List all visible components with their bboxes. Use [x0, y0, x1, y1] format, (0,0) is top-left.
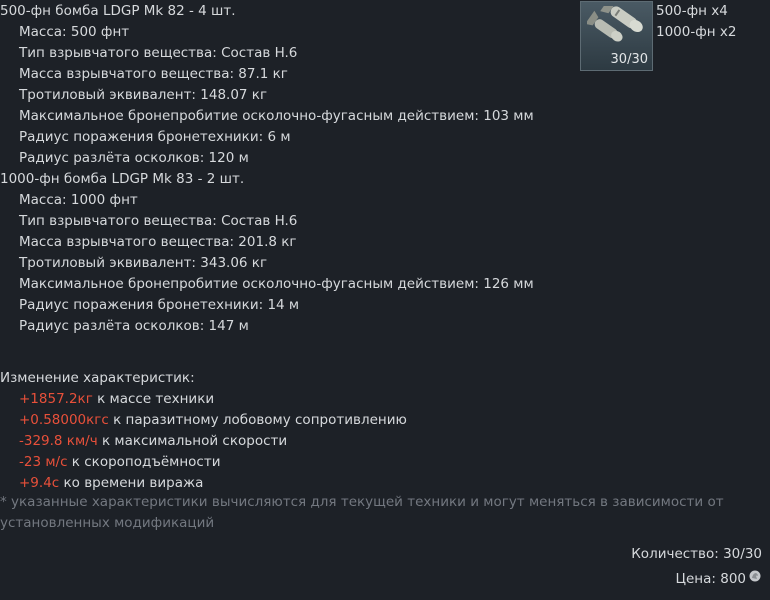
stat-changes-header: Изменение характеристик: [0, 370, 195, 386]
loadout-summary: 500-фн x4 1000-фн x2 [656, 1, 736, 43]
bomb-spec-explosive-type: Тип взрывчатого вещества: Состав H.6 [19, 213, 298, 229]
bomb-spec-armor-radius: Радиус поражения бронетехники: 6 м [19, 129, 291, 145]
price-text: Цена: 800 [675, 571, 747, 587]
bomb-spec-mass: Масса: 500 фнт [19, 24, 130, 40]
bomb-spec-tnt-equivalent: Тротиловый эквивалент: 343.06 кг [19, 255, 268, 271]
quantity-label: Количество: 30/30 [631, 546, 762, 562]
stat-change-label: к максимальной скорости [97, 433, 288, 449]
stat-change-label: к массе техники [92, 391, 215, 407]
stat-change-value: +9.4с [19, 475, 60, 491]
stat-change-label: ко времени виража [59, 475, 204, 491]
weapon-preset-thumbnail: 30/30 [580, 1, 653, 71]
stats-footnote: * указанные характеристики вычисляются д… [0, 494, 724, 531]
bomb-spec-penetration: Максимальное бронепробитие осколочно-фуг… [19, 276, 534, 292]
stat-change-value: -329.8 км/ч [19, 433, 98, 449]
price-label: Цена: 800 [676, 569, 763, 590]
bomb-title: 1000-фн бомба LDGP Mk 83 - 2 шт. [0, 171, 245, 187]
stat-change-drag: +0.58000кгс к паразитному лобовому сопро… [0, 410, 580, 431]
loadout-item: 500-фн x4 [656, 3, 728, 19]
stat-change-value: -23 м/с [19, 454, 68, 470]
loadout-item: 1000-фн x2 [656, 24, 737, 40]
bomb-spec-fragment-radius: Радиус разлёта осколков: 147 м [19, 318, 249, 334]
stat-change-label: к скороподъёмности [67, 454, 221, 470]
bomb-spec-explosive-mass: Масса взрывчатого вещества: 87.1 кг [19, 66, 288, 82]
bomb-spec-penetration: Максимальное бронепробитие осколочно-фуг… [19, 108, 534, 124]
stat-change-mass: +1857.2кг к массе техники [0, 389, 580, 410]
stat-change-label: к паразитному лобовому сопротивлению [108, 412, 407, 428]
bomb-spec-tnt-equivalent: Тротиловый эквивалент: 148.07 кг [19, 87, 268, 103]
bomb-specs-list: 500-фн бомба LDGP Mk 82 - 4 шт. Масса: 5… [0, 1, 580, 494]
stat-change-value: +0.58000кгс [19, 412, 109, 428]
silver-lions-icon [748, 569, 762, 590]
bomb-spec-mass: Масса: 1000 фнт [19, 192, 138, 208]
thumbnail-count: 30/30 [610, 52, 648, 67]
bomb-title: 500-фн бомба LDGP Mk 82 - 4 шт. [0, 3, 236, 19]
stat-change-max-speed: -329.8 км/ч к максимальной скорости [0, 431, 580, 452]
bomb-spec-explosive-mass: Масса взрывчатого вещества: 201.8 кг [19, 234, 297, 250]
bomb-spec-fragment-radius: Радиус разлёта осколков: 120 м [19, 150, 249, 166]
bomb-spec-armor-radius: Радиус поражения бронетехники: 14 м [19, 297, 300, 313]
stat-change-turn-time: +9.4с ко времени виража [0, 473, 580, 494]
bomb-spec-explosive-type: Тип взрывчатого вещества: Состав H.6 [19, 45, 298, 61]
weapon-preset-tooltip: 500-фн бомба LDGP Mk 82 - 4 шт. Масса: 5… [0, 0, 770, 600]
stat-change-value: +1857.2кг [19, 391, 93, 407]
stat-change-climb-rate: -23 м/с к скороподъёмности [0, 452, 580, 473]
